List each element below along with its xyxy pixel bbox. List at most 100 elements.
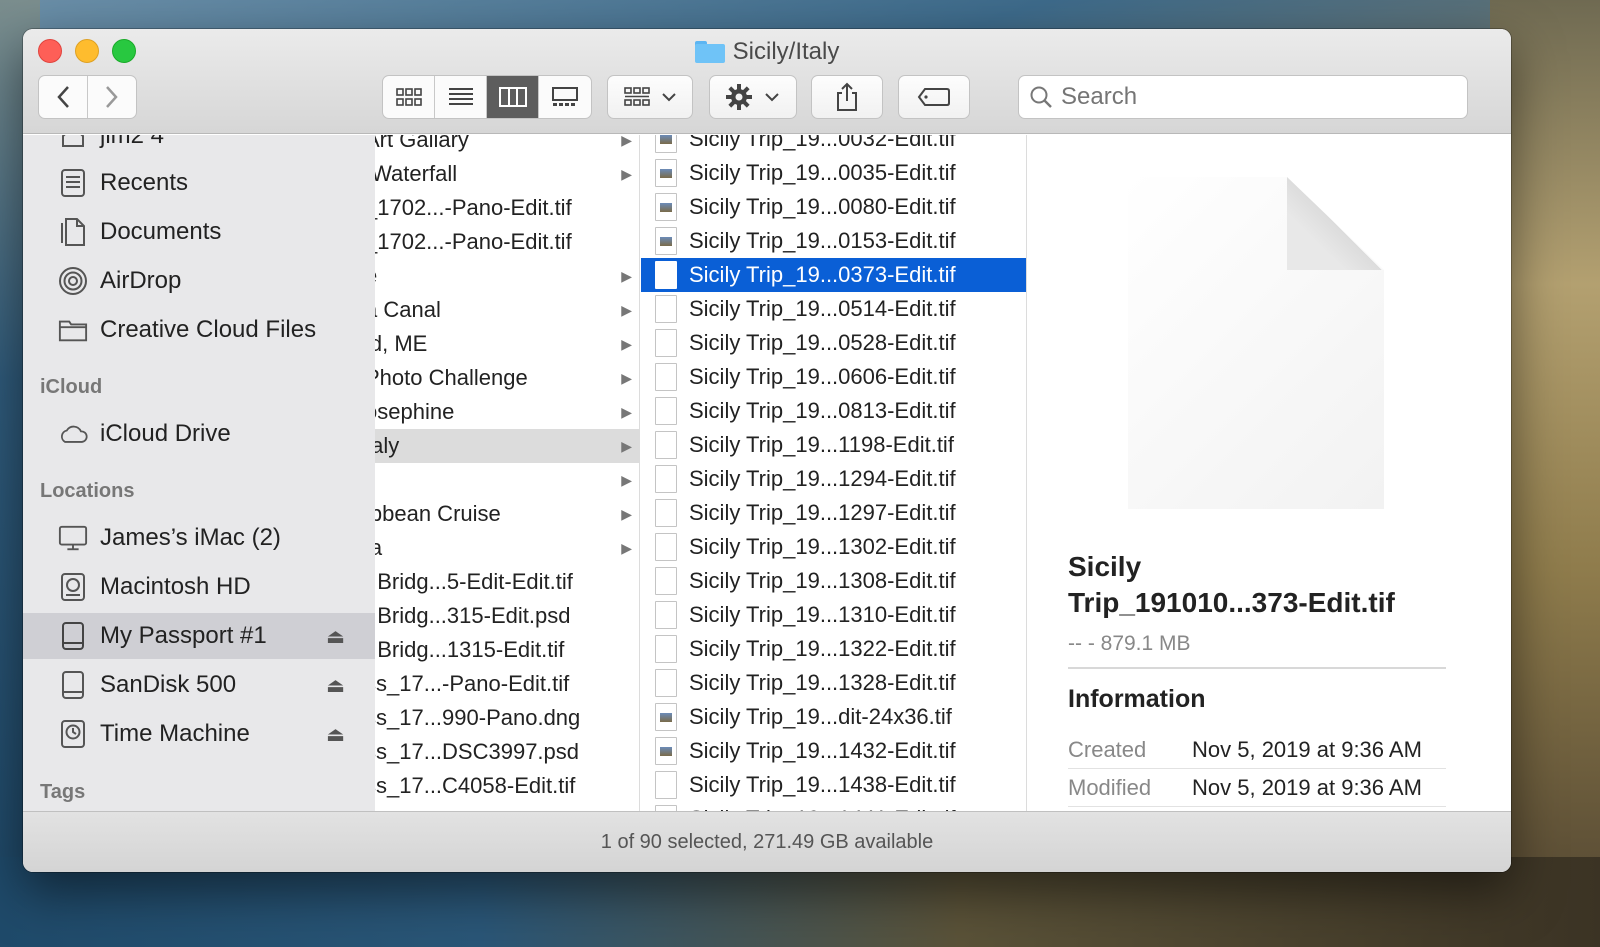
sidebar-item-icloud-drive[interactable]: iCloud Drive [23,411,375,457]
file-list-item[interactable]: Sicily Trip_19...0606-Edit.tif [641,360,1026,394]
folder-list-item[interactable]: a Canal ▶ [375,293,639,327]
preview-file-name: Sicily Trip_191010...373-Edit.tif [1068,551,1395,618]
sidebar-item-sandisk[interactable]: SanDisk 500 ⏏ [23,662,375,708]
file-list-item[interactable]: Sicily Trip_19...1328-Edit.tif [641,666,1026,700]
eject-icon[interactable]: ⏏ [326,624,345,649]
file-list-item[interactable]: Sicily Trip_19...0153-Edit.tif [641,224,1026,258]
disclosure-arrow-icon: ▶ [621,505,632,522]
file-list-item[interactable]: Sicily Trip_19...dit-24x36.tif [641,700,1026,734]
file-list-item[interactable]: Sicily Trip_19...0373-Edit.tif [641,258,1026,292]
file-name: Sicily Trip_19...0035-Edit.tif [689,160,956,185]
folder-list-item[interactable]: Waterfall ▶ [375,157,639,191]
file-list-item[interactable]: Sicily Trip_19...0514-Edit.tif [641,292,1026,326]
file-icon [655,465,677,493]
file-name: Sicily Trip_19...1328-Edit.tif [689,670,956,695]
gallery-view-button[interactable] [539,76,591,118]
share-icon [837,82,857,111]
disclosure-arrow-icon: ▶ [621,369,632,386]
folder-list-item[interactable]: ss_17...DSC3997.psd [375,735,639,769]
file-name: Sicily Trip_19...1432-Edit.tif [689,738,956,763]
folder-list-item[interactable]: Photo Challenge ▶ [375,361,639,395]
search-input[interactable] [1061,83,1441,111]
sidebar-item-airdrop[interactable]: AirDrop [23,258,375,304]
file-list-item[interactable]: Sicily Trip_19...0032-Edit.tif [641,135,1026,156]
item-label: _1702...-Pano-Edit.tif [375,229,572,254]
share-button[interactable] [811,75,883,119]
forward-button[interactable] [88,76,137,118]
sidebar-item-my-passport[interactable]: My Passport #1 ⏏ [23,613,375,659]
folder-list-item[interactable]: e▶ [375,259,639,293]
folder-list-item[interactable]: id, ME ▶ [375,327,639,361]
sidebar-item-user[interactable]: jim2 4 [23,135,375,159]
folder-list-item[interactable]: ▶ [375,463,639,497]
sidebar-item-creative-cloud[interactable]: Creative Cloud Files [23,307,375,353]
file-list-item[interactable]: Sicily Trip_19...1302-Edit.tif [641,530,1026,564]
folder-list-item[interactable]: _1702...-Pano-Edit.tif [375,191,639,225]
folder-icon [58,315,88,345]
cloud-icon [58,419,88,449]
file-list-item[interactable]: Sicily Trip_19...1310-Edit.tif [641,598,1026,632]
item-label: ss_17...DSC3997.psd [375,739,580,764]
file-list-item[interactable]: Sicily Trip_19...1198-Edit.tif [641,428,1026,462]
eject-icon[interactable]: ⏏ [326,673,345,698]
tags-button[interactable] [898,75,970,119]
file-list-item[interactable]: Sicily Trip_19...1438-Edit.tif [641,768,1026,802]
folder-list-item[interactable]: _1702...-Pano-Edit.tif [375,225,639,259]
folder-list-item[interactable]: t Bridg...315-Edit.psd [375,599,639,633]
item-label: ss_17...-Pano-Edit.tif [375,671,570,696]
sidebar-item-macintosh-hd[interactable]: Macintosh HD [23,564,375,610]
sidebar-item-time-machine[interactable]: Time Machine ⏏ [23,711,375,757]
sidebar-item-documents[interactable]: Documents [23,209,375,255]
file-list-item[interactable]: Sicily Trip_19...0080-Edit.tif [641,190,1026,224]
file-list-item[interactable]: Sicily Trip_19...0813-Edit.tif [641,394,1026,428]
column-view-button[interactable] [487,76,539,118]
file-name: Sicily Trip_19...0153-Edit.tif [689,228,956,253]
info-row-modified: Modified Nov 5, 2019 at 9:36 AM [1068,769,1446,807]
file-list-item[interactable]: Sicily Trip_19...0035-Edit.tif [641,156,1026,190]
file-icon [655,499,677,527]
file-list-item[interactable]: Sicily Trip_19...1297-Edit.tif [641,496,1026,530]
sidebar-item-label: Time Machine [100,720,250,747]
list-icon [448,88,473,105]
sidebar-item-label: James’s iMac (2) [100,524,281,551]
list-view-button[interactable] [435,76,487,118]
gear-icon [726,84,752,110]
file-list-item[interactable]: Sicily Trip_19...1322-Edit.tif [641,632,1026,666]
toolbar: Sicily/Italy [23,29,1511,134]
chevron-down-icon [662,93,676,102]
folder-list-item[interactable]: t Bridg...1315-Edit.tif [375,633,639,667]
folder-list-item[interactable]: ss_17...C4058-Edit.tif [375,769,639,803]
folder-icon [694,41,725,63]
file-list-item[interactable]: Sicily Trip_19...1294-Edit.tif [641,462,1026,496]
sidebar-section-tags: Tags [40,781,86,803]
folder-list-item[interactable]: ibbean Cruise ▶ [375,497,639,531]
folder-list-item[interactable]: taly ▶ [375,429,639,463]
action-menu-button[interactable] [709,75,797,119]
divider [1068,667,1446,669]
folder-list-item[interactable]: osephine ▶ [375,395,639,429]
file-icon [655,329,677,357]
back-button[interactable] [39,76,88,118]
search-icon [1030,86,1052,108]
eject-icon[interactable]: ⏏ [326,722,345,747]
file-list-item[interactable]: Sicily Trip_19...1432-Edit.tif [641,734,1026,768]
search-field[interactable] [1018,75,1468,119]
folder-list-item[interactable]: ia ▶ [375,531,639,565]
file-name: Sicily Trip_19...0514-Edit.tif [689,296,956,321]
item-label: taly [375,433,400,458]
folder-list-item[interactable]: ss_17...990-Pano.dng [375,701,639,735]
sidebar-item-recents[interactable]: Recents [23,160,375,206]
icon-view-button[interactable] [383,76,435,118]
folder-list-item[interactable]: Art Gallary ▶ [375,135,639,157]
sidebar-item-label: Macintosh HD [100,573,251,600]
file-list-item[interactable]: Sicily Trip_19...1441-Edit.tif [641,802,1026,811]
parent-folder-column: Art Gallary ▶ Waterfall ▶ _1702...-Pano-Edi… [375,135,640,811]
sidebar-section-icloud: iCloud [40,376,103,398]
window-title: Sicily/Italy [23,37,1511,67]
file-list-item[interactable]: Sicily Trip_19...1308-Edit.tif [641,564,1026,598]
sidebar-item-imac[interactable]: James’s iMac (2) [23,515,375,561]
folder-list-item[interactable]: t Bridg...5-Edit-Edit.tif [375,565,639,599]
file-list-item[interactable]: Sicily Trip_19...0528-Edit.tif [641,326,1026,360]
folder-list-item[interactable]: ss_17...-Pano-Edit.tif [375,667,639,701]
group-by-button[interactable] [607,75,693,119]
